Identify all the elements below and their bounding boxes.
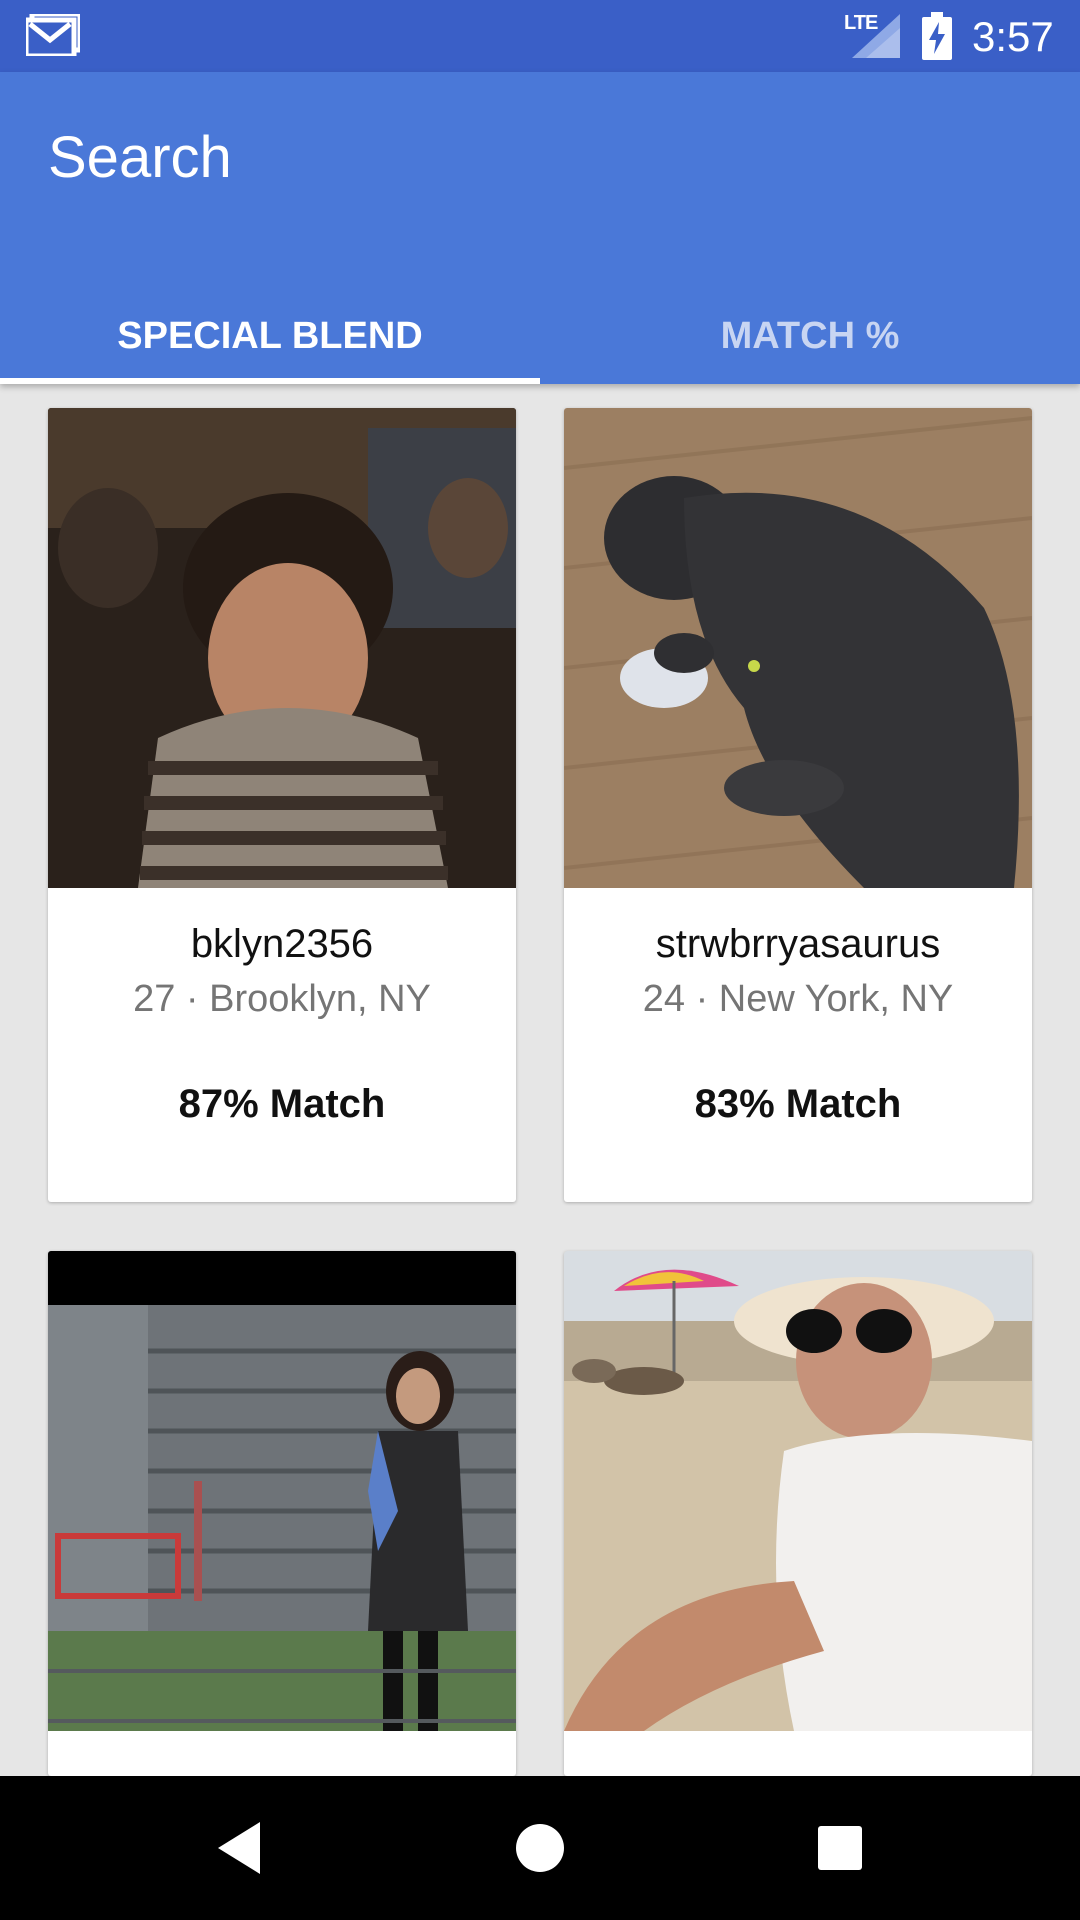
page-title: Search [48,125,232,190]
card-match-percent: 83% Match [694,1082,902,1126]
profile-card[interactable]: bklyn2356 27 · Brooklyn, NY 87% Match [48,408,516,1202]
recents-icon[interactable] [804,1812,876,1884]
card-username: strwbrryasaurus [655,922,941,966]
app-bar: Search SPECIAL BLEND MATCH % [0,72,1080,384]
profile-photo [564,408,1032,888]
mail-icon [26,14,80,56]
profile-photo [48,1251,516,1731]
navigation-bar [0,1776,1080,1920]
status-time: 3:57 [972,13,1054,60]
tab-match-percent[interactable]: MATCH % [540,288,1080,384]
card-username: bklyn2356 [190,922,374,966]
card-age-location: 27 · Brooklyn, NY [133,978,431,1020]
tab-special-blend[interactable]: SPECIAL BLEND [0,288,540,384]
profile-card[interactable] [48,1251,516,1776]
profile-card[interactable]: strwbrryasaurus 24 · New York, NY 83% Ma… [564,408,1032,1202]
status-bar: LTE 3:57 [0,0,1080,72]
tab-indicator [0,378,540,384]
profile-photo [564,1251,1032,1731]
profile-photo [48,408,516,888]
back-icon[interactable] [204,1812,276,1884]
card-age-location: 24 · New York, NY [642,978,954,1020]
card-match-percent: 87% Match [178,1082,386,1126]
battery-charging-icon [922,12,952,60]
profile-card[interactable] [564,1251,1032,1776]
home-icon[interactable] [504,1812,576,1884]
signal-icon [852,14,900,58]
